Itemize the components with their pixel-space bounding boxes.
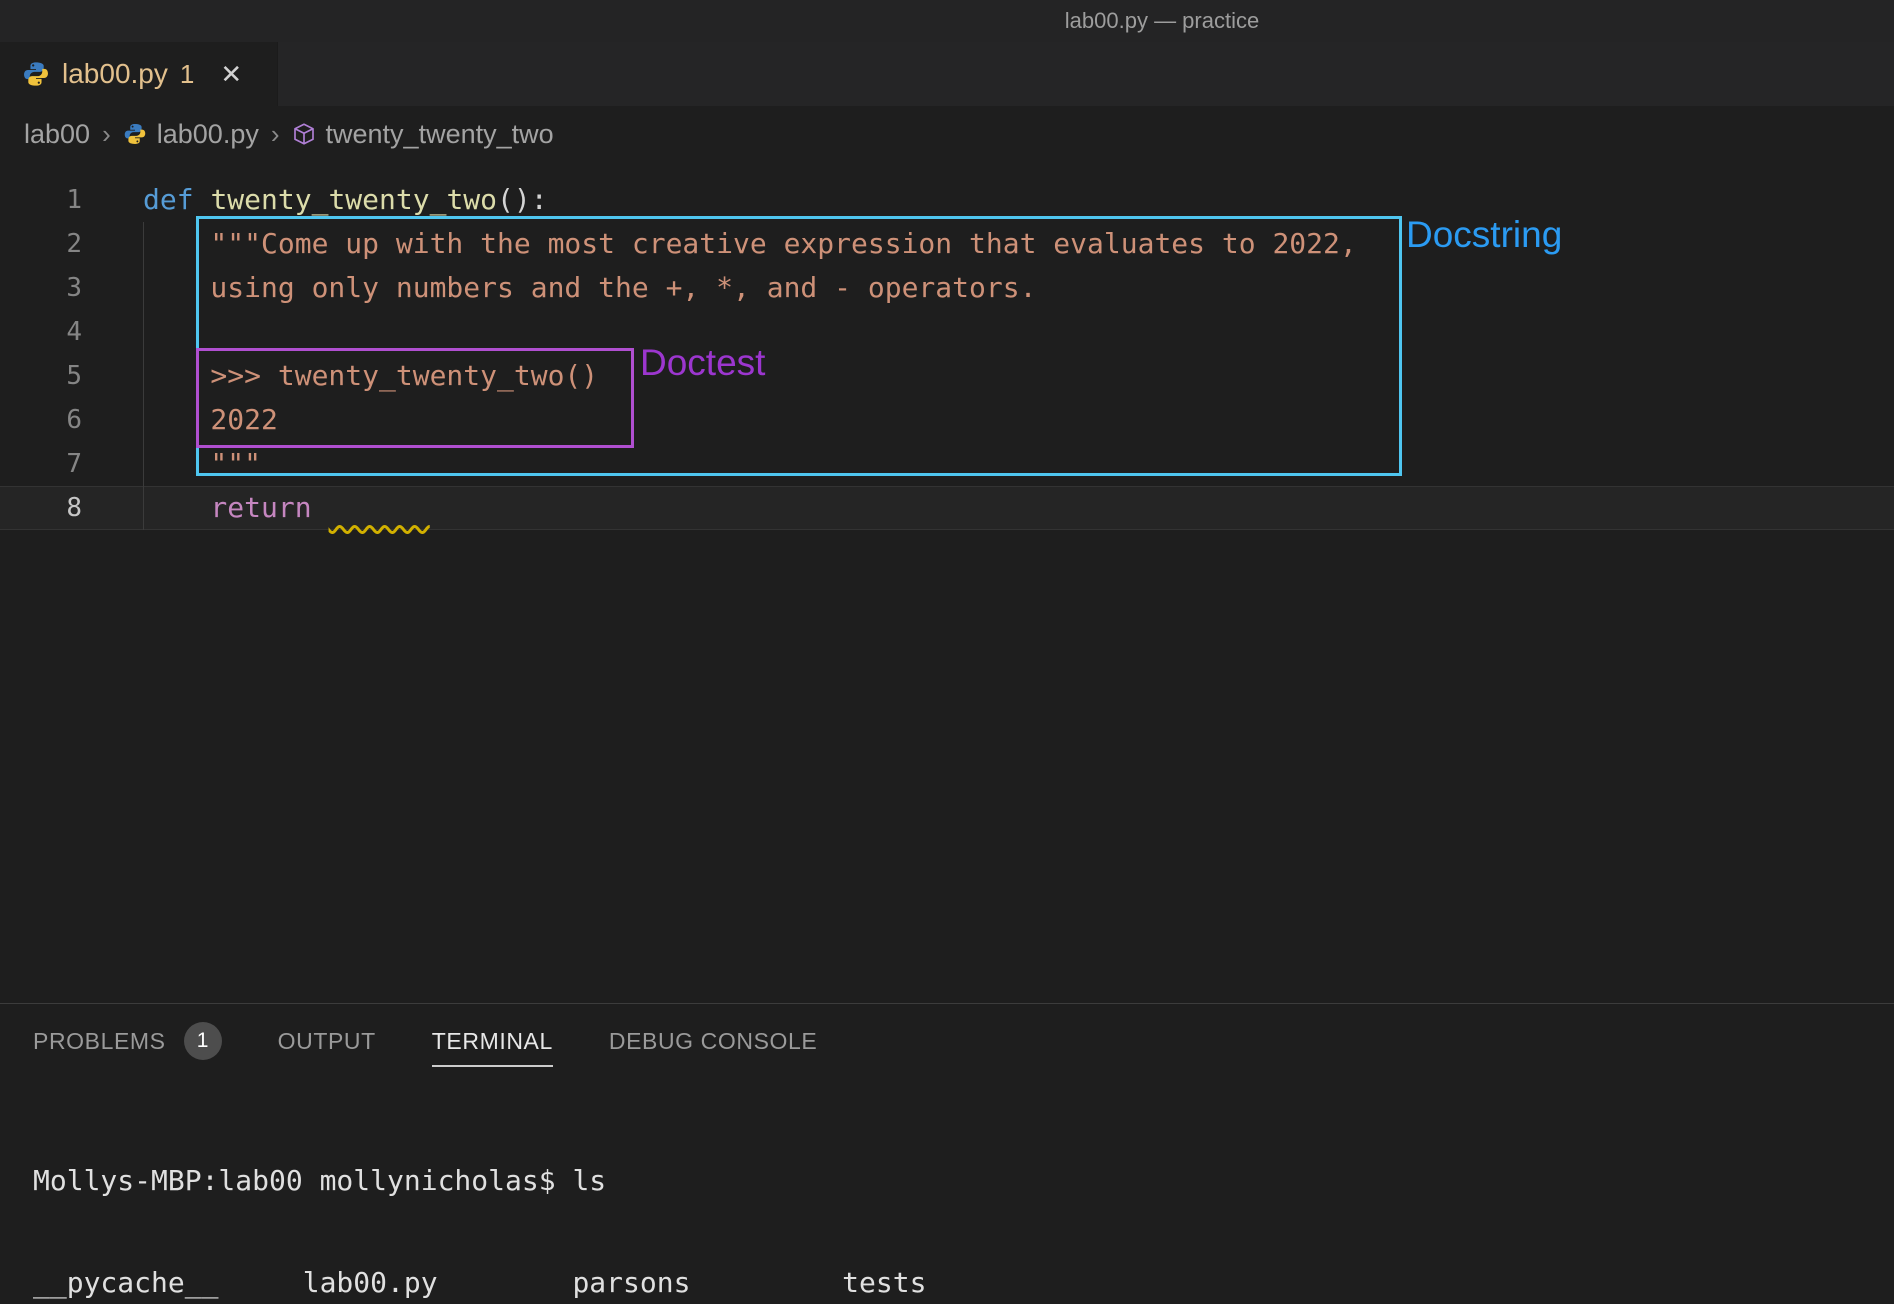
code-line[interactable]: 5 >>> twenty_twenty_two() (0, 354, 1894, 398)
terminal-line: __pycache__ lab00.py parsons tests (33, 1266, 1894, 1300)
code-line[interactable]: 3 using only numbers and the +, *, and -… (0, 266, 1894, 310)
titlebar: lab00.py — practice (0, 0, 1894, 42)
punctuation: (): (497, 183, 548, 216)
code-line[interactable]: 2 """Come up with the most creative expr… (0, 222, 1894, 266)
code-line[interactable]: 1 def twenty_twenty_two(): (0, 178, 1894, 222)
line-number: 2 (0, 222, 110, 266)
close-icon[interactable]: ✕ (220, 59, 242, 90)
docstring-close: """ (210, 447, 261, 480)
line-number: 8 (0, 486, 110, 530)
line-number: 3 (0, 266, 110, 310)
python-icon (22, 60, 50, 88)
python-icon (123, 122, 147, 146)
docstring-text: using only numbers and the +, *, and - o… (210, 271, 1036, 304)
code-editor[interactable]: 1 def twenty_twenty_two(): 2 """Come up … (0, 162, 1894, 1003)
function-name: twenty_twenty_two (210, 183, 497, 216)
keyword-return: return (210, 491, 311, 524)
panel-tab-bar: PROBLEMS 1 OUTPUT TERMINAL DEBUG CONSOLE (0, 1004, 1894, 1072)
terminal-line: Mollys-MBP:lab00 mollynicholas$ ls (33, 1164, 1894, 1198)
keyword-def: def (143, 183, 210, 216)
window-title: lab00.py — practice (1065, 8, 1259, 34)
code-line[interactable]: 6 2022 (0, 398, 1894, 442)
tab-lab00py[interactable]: lab00.py 1 ✕ (0, 42, 278, 106)
tab-bar: lab00.py 1 ✕ (0, 42, 1894, 106)
line-number: 7 (0, 442, 110, 486)
warning-squiggle (329, 491, 430, 524)
breadcrumb-folder[interactable]: lab00 (24, 119, 90, 150)
tab-debug-console[interactable]: DEBUG CONSOLE (609, 1028, 817, 1067)
bottom-panel: PROBLEMS 1 OUTPUT TERMINAL DEBUG CONSOLE… (0, 1003, 1894, 1304)
terminal-output[interactable]: Mollys-MBP:lab00 mollynicholas$ ls __pyc… (33, 1096, 1894, 1304)
tab-problems[interactable]: PROBLEMS 1 (33, 1022, 222, 1072)
tab-problem-count: 1 (180, 59, 194, 90)
line-number: 5 (0, 354, 110, 398)
tab-terminal[interactable]: TERMINAL (432, 1028, 553, 1067)
doctest-call: >>> twenty_twenty_two() (210, 359, 598, 392)
tab-label: lab00.py (62, 58, 168, 90)
code-line-current[interactable]: 8 return (0, 486, 1894, 530)
line-number: 6 (0, 398, 110, 442)
docstring-text: """Come up with the most creative expres… (210, 227, 1356, 260)
line-number: 4 (0, 310, 110, 354)
doctest-annotation-label: Doctest (640, 342, 765, 384)
line-number: 1 (0, 178, 110, 222)
code-line[interactable]: 7 """ (0, 442, 1894, 486)
breadcrumb-symbol[interactable]: twenty_twenty_two (326, 119, 554, 150)
indent-guide (143, 222, 144, 530)
symbol-cube-icon (292, 122, 316, 146)
breadcrumb-file[interactable]: lab00.py (157, 119, 259, 150)
doctest-result: 2022 (210, 403, 277, 436)
breadcrumb: lab00 › lab00.py › twenty_twenty_two (0, 106, 1894, 162)
docstring-annotation-label: Docstring (1406, 214, 1562, 256)
tab-output[interactable]: OUTPUT (278, 1028, 376, 1067)
problems-count-badge: 1 (184, 1022, 222, 1060)
chevron-right-icon: › (269, 119, 282, 150)
vscode-window: lab00.py — practice lab00.py 1 ✕ lab00 ›… (0, 0, 1894, 1304)
chevron-right-icon: › (100, 119, 113, 150)
code-line[interactable]: 4 (0, 310, 1894, 354)
